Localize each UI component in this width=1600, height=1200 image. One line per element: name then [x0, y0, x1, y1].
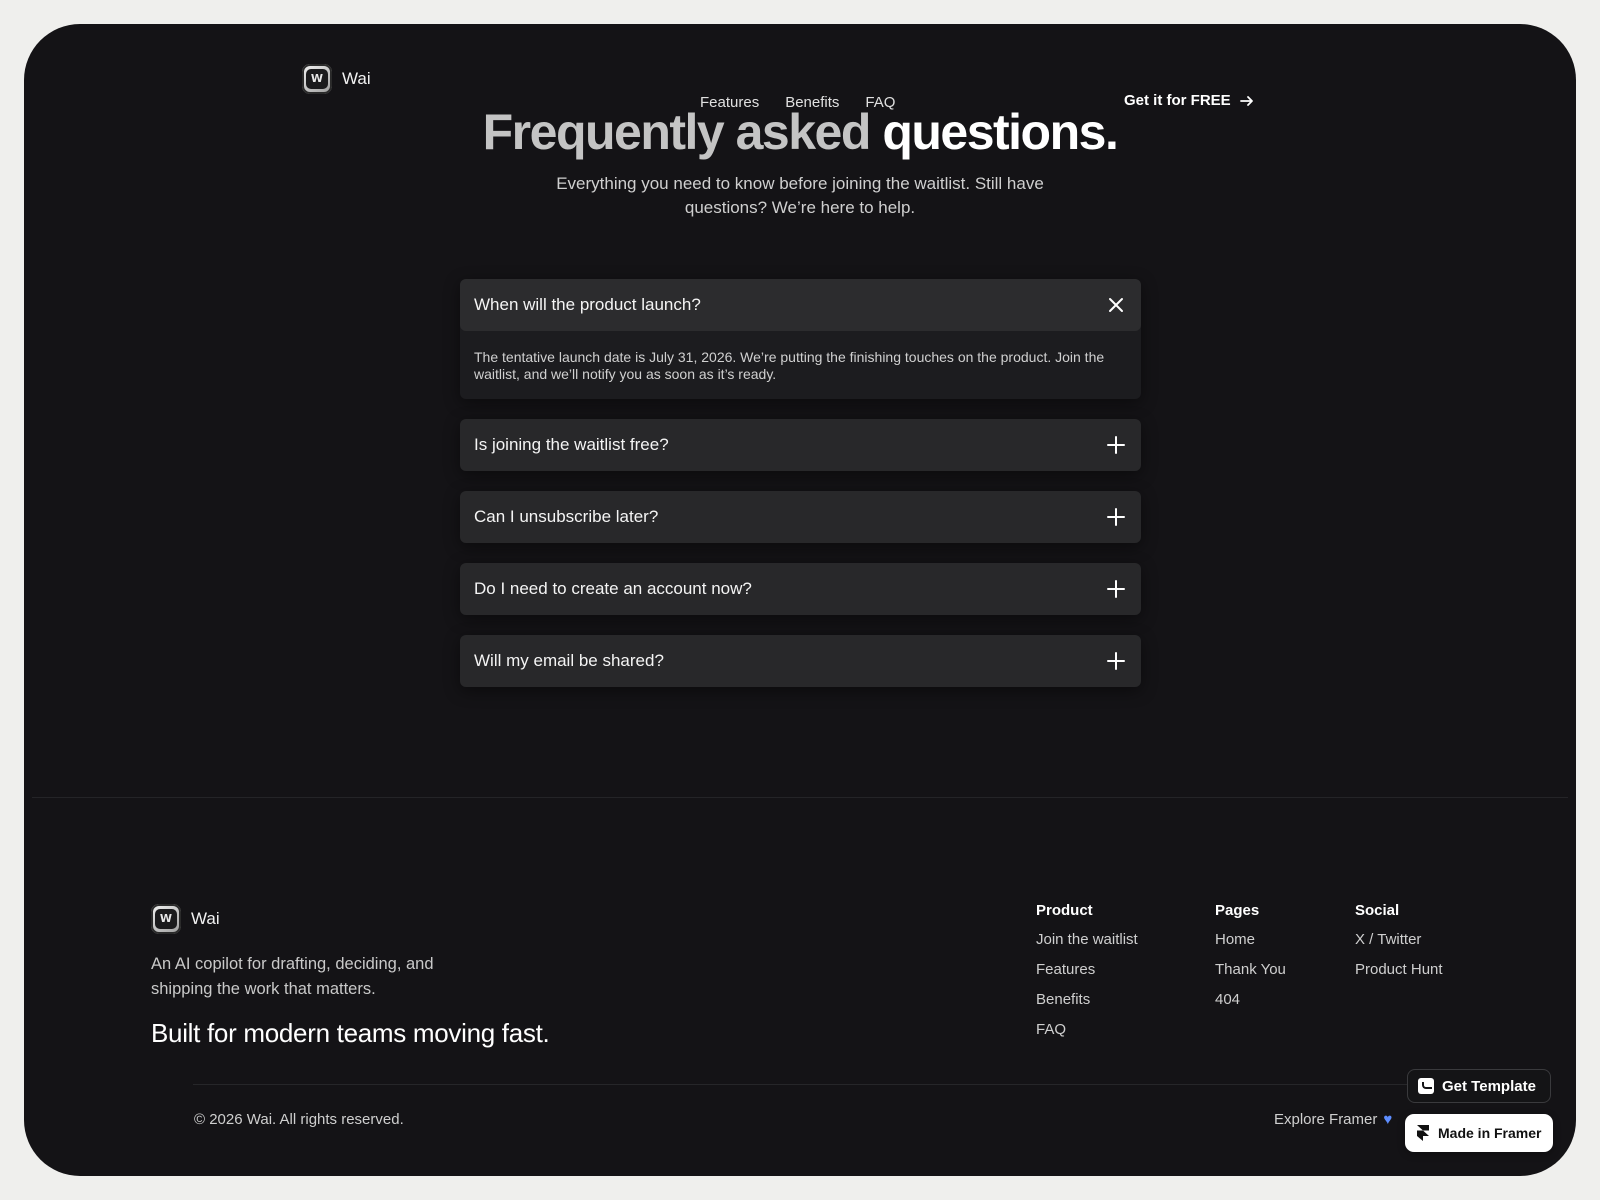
footer-brand[interactable]: W Wai [151, 904, 220, 934]
made-in-framer-badge[interactable]: Made in Framer [1405, 1114, 1553, 1152]
faq-question: Do I need to create an account now? [474, 579, 752, 598]
footer-tagline: Built for modern teams moving fast. [151, 1018, 550, 1048]
logo-icon: W [151, 904, 181, 934]
footer-brand-name: Wai [191, 909, 220, 928]
footer-description: An AI copilot for drafting, deciding, an… [151, 955, 434, 998]
faq-item: Do I need to create an account now? [460, 563, 1141, 615]
plus-icon[interactable] [1105, 434, 1127, 456]
plus-icon[interactable] [1105, 650, 1127, 672]
faq-answer: The tentative launch date is July 31, 20… [474, 349, 1105, 382]
footer-column-title: Social [1355, 902, 1400, 919]
faq-item: When will the product launch? The tentat… [460, 279, 1141, 399]
nav-brand[interactable]: W Wai [302, 64, 371, 94]
faq-item: Will my email be shared? [460, 635, 1141, 687]
faq-question-toggle[interactable]: Can I unsubscribe later? [460, 491, 1141, 543]
faq-question: Will my email be shared? [474, 651, 664, 670]
get-template-button[interactable]: Get Template [1407, 1069, 1551, 1103]
footer-link-join-waitlist[interactable]: Join the waitlist [1036, 931, 1138, 948]
footer-link-home[interactable]: Home [1215, 931, 1286, 948]
faq-title: Frequently asked questions. [24, 102, 1576, 162]
page-frame: W Wai Features Benefits FAQ Get it for F… [24, 24, 1576, 1176]
template-icon [1418, 1078, 1434, 1094]
faq-question: Is joining the waitlist free? [474, 435, 669, 454]
faq-item: Can I unsubscribe later? [460, 491, 1141, 543]
footer-link-product-hunt[interactable]: Product Hunt [1355, 961, 1443, 978]
get-template-label: Get Template [1442, 1077, 1536, 1095]
brand-name: Wai [342, 69, 371, 88]
footer-column-pages: Pages Home Thank You 404 [1215, 902, 1286, 1021]
faq-list: When will the product launch? The tentat… [460, 279, 1141, 707]
section-divider [32, 797, 1568, 798]
footer-divider [193, 1084, 1408, 1085]
made-in-framer-label: Made in Framer [1438, 1125, 1542, 1141]
explore-framer-link[interactable]: Explore Framer ♥ [1274, 1111, 1392, 1128]
faq-subtitle: Everything you need to know before joini… [556, 174, 1044, 217]
logo-mark: W [155, 909, 177, 929]
footer-link-faq[interactable]: FAQ [1036, 1021, 1138, 1038]
footer-column-title: Product [1036, 902, 1093, 919]
footer-link-404[interactable]: 404 [1215, 991, 1286, 1008]
faq-question: Can I unsubscribe later? [474, 507, 659, 526]
footer-link-benefits[interactable]: Benefits [1036, 991, 1138, 1008]
faq-question-toggle[interactable]: When will the product launch? [460, 279, 1141, 331]
faq-question-toggle[interactable]: Will my email be shared? [460, 635, 1141, 687]
logo-mark: W [306, 69, 328, 89]
footer-link-features[interactable]: Features [1036, 961, 1138, 978]
plus-icon[interactable] [1105, 506, 1127, 528]
faq-question: When will the product launch? [474, 295, 701, 314]
footer-column-product: Product Join the waitlist Features Benef… [1036, 902, 1138, 1051]
faq-question-toggle[interactable]: Is joining the waitlist free? [460, 419, 1141, 471]
heart-icon: ♥ [1383, 1111, 1393, 1128]
faq-title-part2: questions. [882, 104, 1119, 160]
faq-title-part1: Frequently asked [482, 104, 872, 160]
footer-column-social: Social X / Twitter Product Hunt [1355, 902, 1443, 991]
copyright: © 2026 Wai. All rights reserved. [194, 1111, 404, 1128]
plus-icon[interactable] [1105, 578, 1127, 600]
footer-link-thank-you[interactable]: Thank You [1215, 961, 1286, 978]
faq-question-toggle[interactable]: Do I need to create an account now? [460, 563, 1141, 615]
faq-item: Is joining the waitlist free? [460, 419, 1141, 471]
logo-icon: W [302, 64, 332, 94]
footer-column-title: Pages [1215, 902, 1260, 919]
explore-framer-label: Explore Framer [1274, 1111, 1378, 1128]
close-icon[interactable] [1105, 294, 1127, 316]
footer-link-twitter[interactable]: X / Twitter [1355, 931, 1443, 948]
framer-icon [1417, 1125, 1429, 1141]
